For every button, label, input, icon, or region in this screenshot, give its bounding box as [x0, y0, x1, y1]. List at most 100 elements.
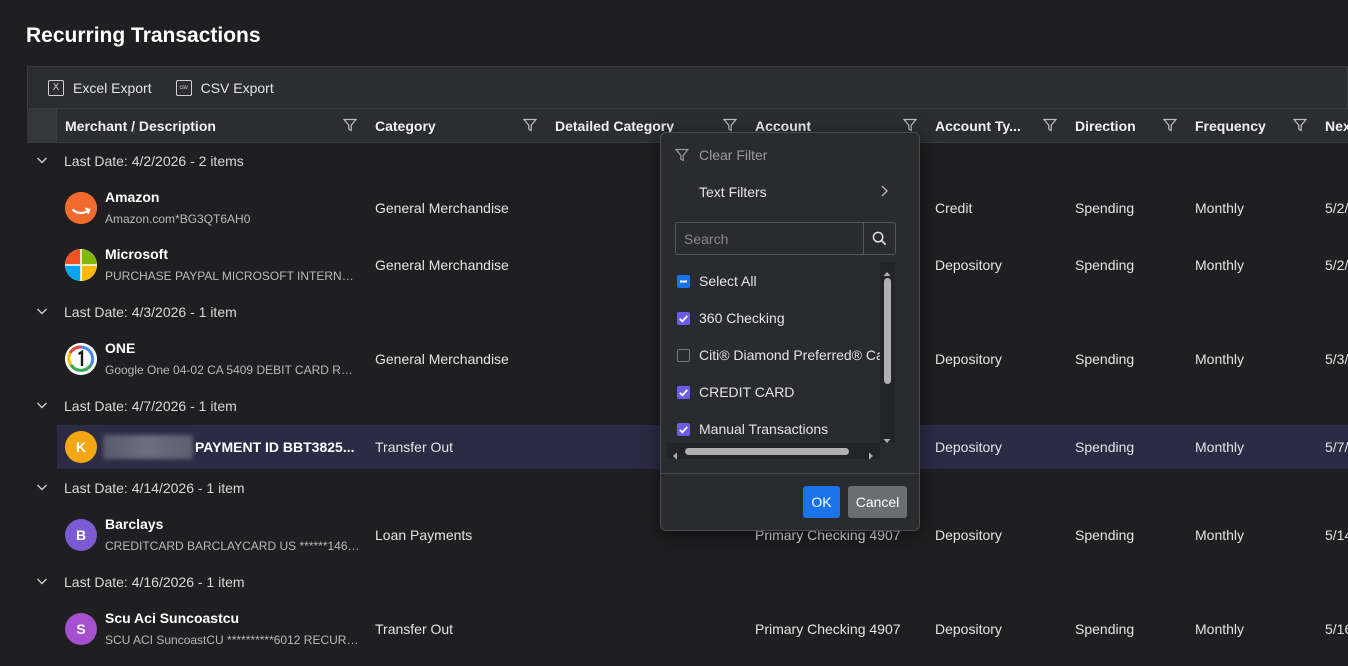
microsoft-logo-icon — [65, 249, 97, 281]
filter-option-360-checking[interactable]: 360 Checking — [677, 307, 785, 329]
direction-cell: Spending — [1075, 439, 1135, 455]
frequency-cell: Monthly — [1195, 257, 1245, 273]
column-header-category[interactable]: Category — [375, 109, 436, 143]
filter-option-select-all[interactable]: Select All — [677, 270, 757, 292]
checkbox[interactable] — [677, 274, 690, 288]
csv-export-label: CSV Export — [200, 79, 274, 96]
column-header-next[interactable]: Nex — [1325, 109, 1348, 143]
frequency-cell: Monthly — [1195, 200, 1245, 216]
filter-option-manual-transactions[interactable]: Manual Transactions — [677, 418, 828, 440]
filter-icon[interactable] — [523, 118, 537, 132]
filter-value-list: Select All 360 Checking Citi® Diamond Pr… — [667, 262, 895, 460]
scroll-right-icon[interactable] — [867, 447, 875, 460]
group-column-stub — [27, 109, 57, 143]
chevron-down-icon[interactable] — [36, 154, 50, 168]
filter-option-label: Select All — [699, 273, 757, 289]
merchant-description: PURCHASE PAYPAL MICROSOFT INTERNET P... — [105, 269, 360, 283]
checkbox[interactable] — [677, 422, 690, 436]
avatar: B — [65, 519, 97, 551]
account-type-cell: Credit — [935, 200, 973, 216]
merchant-name: ONE — [105, 340, 136, 356]
chevron-down-icon[interactable] — [36, 399, 50, 413]
account-type-cell: Depository — [935, 527, 1002, 543]
chevron-right-icon[interactable] — [879, 184, 889, 198]
direction-cell: Spending — [1075, 257, 1135, 273]
avatar: K — [65, 431, 97, 463]
chevron-down-icon[interactable] — [36, 575, 50, 589]
direction-cell: Spending — [1075, 351, 1135, 367]
cancel-button[interactable]: Cancel — [848, 486, 907, 518]
scrollbar-thumb[interactable] — [884, 278, 891, 384]
group-label: Last Date: 4/2/2026 - 2 items — [64, 153, 244, 169]
category-cell: Transfer Out — [375, 621, 454, 637]
column-header-direction[interactable]: Direction — [1075, 109, 1136, 143]
vertical-scrollbar[interactable] — [880, 262, 895, 443]
scrollbar-thumb[interactable] — [685, 448, 849, 455]
filter-icon — [674, 148, 690, 162]
merchant-description: CREDITCARD BARCLAYCARD US ******1468 R..… — [105, 539, 360, 553]
horizontal-scrollbar[interactable] — [667, 443, 880, 460]
direction-cell: Spending — [1075, 527, 1135, 543]
scroll-left-icon[interactable] — [671, 447, 679, 460]
category-cell: General Merchandise — [375, 257, 509, 273]
avatar: S — [65, 613, 97, 645]
frequency-cell: Monthly — [1195, 527, 1245, 543]
amazon-logo-icon — [65, 192, 97, 224]
filter-option-citi-diamond[interactable]: Citi® Diamond Preferred® Card — [677, 344, 895, 366]
account-type-cell: Depository — [935, 621, 1002, 637]
chevron-down-icon[interactable] — [36, 481, 50, 495]
group-label: Last Date: 4/16/2026 - 1 item — [64, 574, 245, 590]
filter-icon[interactable] — [343, 118, 357, 132]
checkbox[interactable] — [677, 385, 690, 399]
checkbox[interactable] — [677, 311, 690, 325]
column-header-frequency[interactable]: Frequency — [1195, 109, 1266, 143]
column-header-detailed-category[interactable]: Detailed Category — [555, 109, 674, 143]
clear-filter-label: Clear Filter — [699, 147, 768, 163]
filter-option-credit-card[interactable]: CREDIT CARD — [677, 381, 794, 403]
next-date-cell: 5/2/ — [1325, 257, 1348, 273]
frequency-cell: Monthly — [1195, 351, 1245, 367]
scroll-down-icon[interactable] — [883, 432, 891, 443]
csv-export-button[interactable]: csv CSV Export — [175, 67, 274, 108]
category-cell: Transfer Out — [375, 439, 454, 455]
category-cell: Loan Payments — [375, 527, 473, 543]
filter-option-label: CREDIT CARD — [699, 384, 795, 400]
chevron-down-icon[interactable] — [36, 305, 50, 319]
merchant-name: Microsoft — [105, 246, 168, 262]
text-filters-menu-item[interactable]: Text Filters — [699, 184, 767, 200]
category-cell: General Merchandise — [375, 200, 509, 216]
filter-search-box — [675, 222, 896, 255]
merchant-name: Scu Aci Suncoastcu — [105, 610, 240, 626]
filter-icon[interactable] — [903, 118, 917, 132]
next-date-cell: 5/14 — [1325, 527, 1348, 543]
group-row[interactable]: Last Date: 4/16/2026 - 1 item — [27, 566, 1348, 598]
column-header-account-type[interactable]: Account Ty... — [935, 109, 1021, 143]
filter-popup: Clear Filter Text Filters Select All 360… — [660, 132, 920, 531]
filter-option-label: Citi® Diamond Preferred® Card — [699, 347, 895, 363]
filter-icon[interactable] — [1293, 118, 1307, 132]
column-header-merchant[interactable]: Merchant / Description — [65, 109, 216, 143]
account-type-cell: Depository — [935, 257, 1002, 273]
scroll-up-icon[interactable] — [883, 265, 891, 276]
checkbox[interactable] — [677, 348, 690, 362]
ok-button[interactable]: OK — [803, 486, 840, 518]
filter-icon[interactable] — [1163, 118, 1177, 132]
direction-cell: Spending — [1075, 200, 1135, 216]
filter-icon[interactable] — [1043, 118, 1057, 132]
filter-search-input[interactable] — [676, 223, 864, 254]
filter-option-label: 360 Checking — [699, 310, 785, 326]
merchant-name: Barclays — [105, 516, 164, 532]
category-cell: General Merchandise — [375, 351, 509, 367]
next-date-cell: 5/2/ — [1325, 200, 1348, 216]
merchant-description: Google One 04-02 CA 5409 DEBIT CARD REC.… — [105, 363, 360, 377]
excel-export-button[interactable]: X Excel Export — [48, 67, 152, 108]
next-date-cell: 5/7/ — [1325, 439, 1348, 455]
table-row[interactable]: S Scu Aci Suncoastcu SCU ACI SuncoastCU … — [57, 607, 1348, 651]
clear-filter-button[interactable]: Clear Filter — [674, 147, 768, 163]
merchant-name: PAYMENT ID BBT3825... — [195, 439, 355, 455]
merchant-description: SCU ACI SuncoastCU **********6012 RECURR… — [105, 633, 360, 647]
search-icon[interactable] — [863, 223, 895, 254]
filter-icon[interactable] — [723, 118, 737, 132]
page-title: Recurring Transactions — [26, 24, 261, 47]
group-label: Last Date: 4/7/2026 - 1 item — [64, 398, 237, 414]
